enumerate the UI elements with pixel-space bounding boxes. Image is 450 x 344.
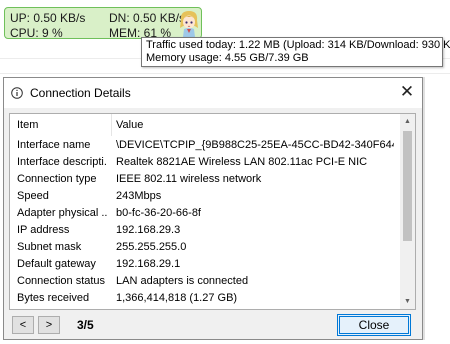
table-row[interactable]: Speed 243Mbps — [10, 188, 402, 205]
anime-mascot-icon — [180, 11, 198, 37]
traffic-tooltip: Traffic used today: 1.22 MB (Upload: 314… — [141, 37, 450, 67]
row-item: Bytes received — [17, 292, 90, 304]
row-value: LAN adapters is connected — [116, 275, 249, 287]
row-item: Interface name — [17, 139, 91, 151]
scroll-up-icon[interactable]: ▲ — [400, 114, 415, 129]
row-value: 192.168.29.1 — [116, 258, 181, 270]
table-row[interactable]: Connection status LAN adapters is connec… — [10, 273, 402, 290]
row-item: Subnet mask — [17, 241, 82, 253]
table-row[interactable]: Adapter physical ... b0-fc-36-20-66-8f — [10, 205, 402, 222]
row-value: 243Mbps — [116, 190, 162, 202]
cpu-usage: CPU: 9 % — [10, 26, 63, 40]
tooltip-memory-line: Memory usage: 4.55 GB/7.39 GB — [146, 52, 309, 64]
table-row[interactable]: IP address 192.168.29.3 — [10, 222, 402, 239]
row-item: Speed — [17, 190, 49, 202]
table-row[interactable]: Connection type IEEE 802.11 wireless net… — [10, 171, 402, 188]
previous-button[interactable]: < — [12, 316, 34, 334]
row-value: 192.168.29.3 — [116, 224, 181, 236]
column-divider[interactable] — [111, 114, 112, 136]
row-value: 255.255.255.0 — [116, 241, 187, 253]
download-speed: DN: 0.50 KB/s — [109, 11, 186, 25]
traffic-monitor-widget[interactable]: UP: 0.50 KB/s DN: 0.50 KB/s CPU: 9 % MEM… — [4, 7, 202, 40]
close-icon[interactable]: ✕ — [392, 78, 422, 108]
table-row[interactable]: Subnet mask 255.255.255.0 — [10, 239, 402, 256]
column-header-item[interactable]: Item — [17, 119, 38, 131]
vertical-scrollbar[interactable]: ▲ ▼ — [400, 114, 415, 309]
list-header: Item Value — [10, 114, 402, 136]
table-row[interactable]: Interface descripti... Realtek 8821AE Wi… — [10, 154, 402, 171]
row-value: \DEVICE\TCPIP_{9B988C25-25EA-45CC-BD42-3… — [116, 139, 394, 151]
table-row[interactable]: Bytes received 1,366,414,818 (1.27 GB) — [10, 290, 402, 307]
table-row[interactable]: Interface name \DEVICE\TCPIP_{9B988C25-2… — [10, 137, 402, 154]
dialog-titlebar[interactable]: Connection Details ✕ — [4, 78, 422, 108]
row-item: Connection status — [17, 275, 106, 287]
background-line — [0, 73, 450, 74]
scrollbar-thumb[interactable] — [403, 131, 412, 241]
window-edge — [423, 77, 425, 340]
dialog-title: Connection Details — [30, 86, 131, 100]
row-item: Adapter physical ... — [17, 207, 107, 219]
row-value: b0-fc-36-20-66-8f — [116, 207, 201, 219]
column-header-value[interactable]: Value — [116, 119, 143, 131]
next-button[interactable]: > — [38, 316, 60, 334]
details-list[interactable]: Item Value Interface name \DEVICE\TCPIP_… — [9, 113, 416, 310]
tooltip-traffic-line: Traffic used today: 1.22 MB (Upload: 314… — [146, 39, 450, 51]
scroll-down-icon[interactable]: ▼ — [400, 294, 415, 309]
row-item: IP address — [17, 224, 70, 236]
row-value: IEEE 802.11 wireless network — [116, 173, 262, 185]
row-item: Connection type — [17, 173, 97, 185]
info-icon — [11, 87, 23, 99]
upload-speed: UP: 0.50 KB/s — [10, 11, 86, 25]
row-value: Realtek 8821AE Wireless LAN 802.11ac PCI… — [116, 156, 368, 168]
row-item: Default gateway — [17, 258, 96, 270]
row-item: Interface descripti... — [17, 156, 107, 168]
page-indicator: 3/5 — [77, 318, 94, 332]
connection-details-dialog: Connection Details ✕ Item Value Interfac… — [3, 77, 423, 340]
close-button[interactable]: Close — [337, 314, 411, 336]
table-row[interactable]: Default gateway 192.168.29.1 — [10, 256, 402, 273]
row-value: 1,366,414,818 (1.27 GB) — [116, 292, 238, 304]
